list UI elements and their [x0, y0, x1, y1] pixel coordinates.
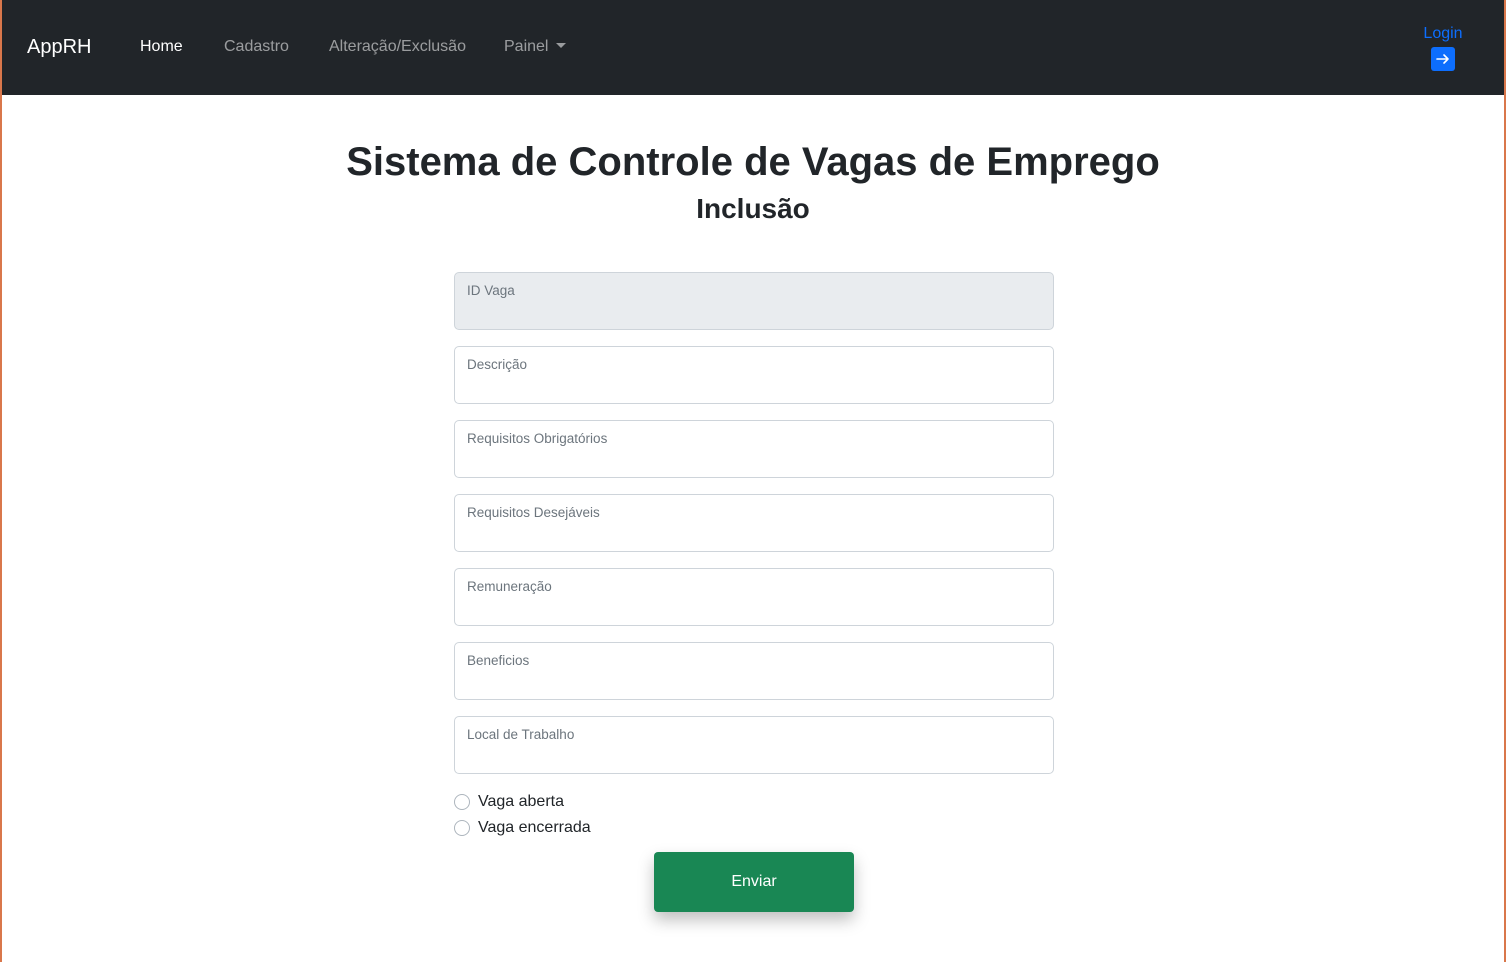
login-link[interactable]: Login — [1420, 24, 1466, 44]
radio-button[interactable] — [454, 794, 470, 810]
brand-logo[interactable]: AppRH — [27, 35, 91, 59]
requisitos-desejaveis-field[interactable]: Requisitos Desejáveis — [454, 494, 1054, 552]
radio-vaga-encerrada[interactable]: Vaga encerrada — [454, 818, 591, 838]
top-navbar: AppRH Home Cadastro Alteração/Exclusão P… — [2, 0, 1504, 95]
descricao-field[interactable]: Descrição — [454, 346, 1054, 404]
nav-alteracao-exclusao[interactable]: Alteração/Exclusão — [329, 37, 466, 57]
arrow-right-square-icon[interactable] — [1431, 47, 1455, 71]
descricao-input[interactable] — [467, 375, 1041, 397]
radio-vaga-aberta-label: Vaga aberta — [478, 793, 564, 810]
requisitos-desejaveis-input[interactable] — [467, 523, 1041, 545]
id-vaga-field: ID Vaga — [454, 272, 1054, 330]
radio-vaga-aberta[interactable]: Vaga aberta — [454, 792, 564, 812]
requisitos-obrigatorios-input[interactable] — [467, 449, 1041, 471]
local-trabalho-input[interactable] — [467, 745, 1041, 767]
id-vaga-input — [467, 301, 1041, 323]
requisitos-obrigatorios-label: Requisitos Obrigatórios — [467, 431, 608, 446]
chevron-down-icon — [556, 43, 567, 48]
beneficios-input[interactable] — [467, 671, 1041, 693]
radio-vaga-encerrada-label: Vaga encerrada — [478, 819, 591, 836]
requisitos-obrigatorios-field[interactable]: Requisitos Obrigatórios — [454, 420, 1054, 478]
submit-button[interactable]: Enviar — [654, 852, 854, 912]
nav-cadastro[interactable]: Cadastro — [224, 37, 289, 57]
remuneracao-label: Remuneração — [467, 579, 552, 594]
nav-home[interactable]: Home — [140, 37, 183, 57]
remuneracao-input[interactable] — [467, 597, 1041, 619]
login-area: Login — [1420, 24, 1466, 71]
page-title: Sistema de Controle de Vagas de Emprego — [346, 140, 1160, 184]
radio-button[interactable] — [454, 820, 470, 836]
beneficios-field[interactable]: Beneficios — [454, 642, 1054, 700]
local-trabalho-field[interactable]: Local de Trabalho — [454, 716, 1054, 774]
descricao-label: Descrição — [467, 357, 528, 372]
local-trabalho-label: Local de Trabalho — [467, 727, 575, 742]
remuneracao-field[interactable]: Remuneração — [454, 568, 1054, 626]
id-vaga-label: ID Vaga — [467, 283, 515, 298]
requisitos-desejaveis-label: Requisitos Desejáveis — [467, 505, 600, 520]
page-subtitle: Inclusão — [696, 193, 810, 224]
nav-painel-label: Painel — [504, 38, 549, 55]
nav-painel-dropdown[interactable]: Painel — [504, 37, 567, 57]
beneficios-label: Beneficios — [467, 653, 530, 668]
